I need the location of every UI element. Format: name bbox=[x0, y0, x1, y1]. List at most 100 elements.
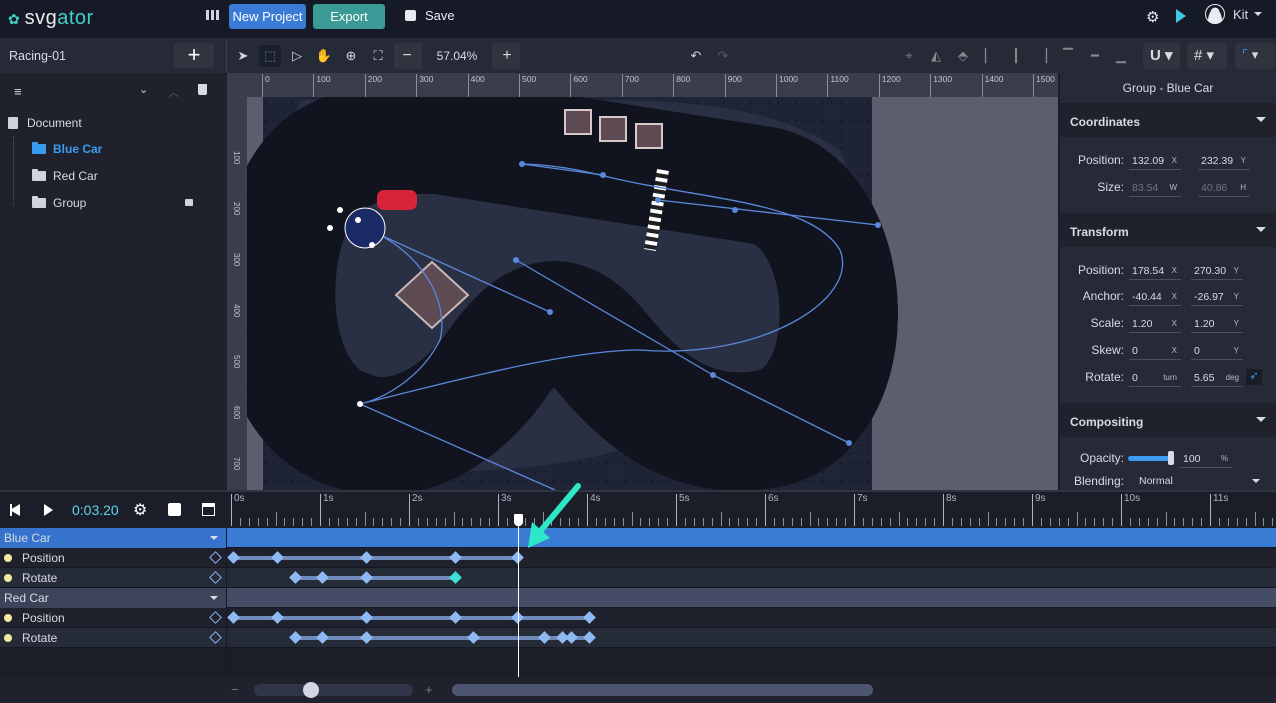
anchor-y-input[interactable]: -26.97 Y bbox=[1191, 289, 1243, 306]
keyframe[interactable] bbox=[449, 611, 462, 624]
keyframe[interactable] bbox=[360, 571, 373, 584]
zoom-out-timeline-button[interactable]: − bbox=[231, 682, 239, 697]
select-tool-icon[interactable]: ➤ bbox=[232, 45, 254, 67]
current-time[interactable]: 0:03.20 bbox=[72, 502, 119, 518]
lightbulb-icon[interactable] bbox=[4, 634, 12, 642]
snap-magnet-button[interactable]: U ▾ bbox=[1143, 43, 1180, 69]
anchor-x-input[interactable]: -40.44 X bbox=[1129, 289, 1181, 306]
blending-select[interactable]: Normal bbox=[1139, 475, 1173, 487]
keyframe[interactable] bbox=[564, 631, 578, 644]
timeline-track-row[interactable]: Position bbox=[0, 548, 1276, 568]
align-middle-icon[interactable]: ━ bbox=[1084, 45, 1106, 67]
delete-trash-icon[interactable] bbox=[198, 84, 207, 95]
opacity-input[interactable]: 100% bbox=[1180, 451, 1232, 468]
add-keyframe-icon[interactable] bbox=[209, 551, 222, 564]
layer-group[interactable]: Group bbox=[0, 190, 226, 216]
add-keyframe-icon[interactable] bbox=[209, 631, 222, 644]
user-name[interactable]: Kit bbox=[1233, 7, 1248, 22]
keyframe[interactable] bbox=[271, 611, 284, 624]
redo-icon[interactable]: ↷ bbox=[712, 45, 734, 67]
position-x-input[interactable]: 178.54 X bbox=[1129, 263, 1181, 280]
timeline-ruler[interactable]: 0s 1s 2s 3s 4s 5s 6s 7s 8s 9s 10s 11s bbox=[227, 492, 1276, 528]
keyframe[interactable] bbox=[360, 611, 373, 624]
scale-y-input[interactable]: 1.20 Y bbox=[1191, 316, 1243, 333]
new-project-button[interactable]: New Project bbox=[229, 4, 306, 29]
export-button[interactable]: Export bbox=[313, 4, 385, 29]
horizontal-ruler[interactable]: 0 100 200 300 400 500 600 700 800 900 1000 1100 1200… bbox=[247, 73, 1058, 97]
timeline-horizontal-scrollbar[interactable] bbox=[452, 684, 873, 696]
keyframe[interactable] bbox=[449, 551, 462, 564]
keyframe[interactable] bbox=[449, 571, 462, 584]
canvas[interactable] bbox=[227, 73, 1058, 490]
user-menu-chevron-icon[interactable] bbox=[1254, 12, 1262, 16]
keyframe[interactable] bbox=[271, 551, 284, 564]
keyframe[interactable] bbox=[315, 631, 329, 644]
go-to-start-icon[interactable] bbox=[10, 504, 20, 516]
skew-x-input[interactable]: 0X bbox=[1129, 343, 1181, 360]
blending-caret-icon[interactable] bbox=[1252, 479, 1260, 483]
opacity-slider-handle[interactable] bbox=[1168, 451, 1174, 465]
timeline-track-row[interactable]: Rotate bbox=[0, 568, 1276, 588]
keyframe[interactable] bbox=[360, 551, 373, 564]
lightbulb-icon[interactable] bbox=[4, 614, 12, 622]
keyframe[interactable] bbox=[466, 631, 480, 644]
coordinates-section-header[interactable]: Coordinates bbox=[1060, 103, 1276, 137]
zoom-out-button[interactable]: − bbox=[394, 43, 420, 69]
flip-vertical-icon[interactable]: ⬘ bbox=[952, 45, 974, 67]
project-name[interactable]: Racing-01 bbox=[9, 49, 66, 63]
keyframe[interactable] bbox=[226, 611, 240, 624]
undo-icon[interactable]: ↶ bbox=[685, 45, 707, 67]
align-bottom-icon[interactable]: ▁ bbox=[1110, 45, 1132, 67]
timeline-zoom-slider-handle[interactable] bbox=[303, 682, 319, 698]
move-up-icon[interactable]: ︿ bbox=[168, 84, 179, 100]
vertical-ruler[interactable]: 100 200 300 400 500 600 700 bbox=[227, 73, 247, 490]
keyframe[interactable] bbox=[582, 631, 596, 644]
align-right-icon[interactable]: ▕ bbox=[1031, 45, 1053, 67]
collapse-chevron-icon[interactable]: ⌄ bbox=[139, 83, 148, 96]
lightbulb-icon[interactable] bbox=[4, 554, 12, 562]
sort-layers-icon[interactable]: ≡ bbox=[14, 84, 22, 99]
group-label[interactable]: Red Car bbox=[0, 588, 226, 608]
align-top-icon[interactable]: ▔ bbox=[1057, 45, 1079, 67]
node-select-tool-icon[interactable]: ⬚ bbox=[259, 45, 281, 67]
layer-document[interactable]: Document bbox=[0, 110, 226, 136]
svgator-logo[interactable]: ✿ svgator bbox=[8, 7, 94, 30]
hand-tool-icon[interactable]: ✋ bbox=[313, 45, 335, 67]
play-icon[interactable] bbox=[44, 504, 53, 516]
align-center-icon[interactable]: ┃ bbox=[1005, 45, 1027, 67]
group-label[interactable]: Blue Car bbox=[0, 528, 226, 548]
timeline-settings-gear-icon[interactable]: ⚙ bbox=[133, 500, 147, 520]
rotate-turn-input[interactable]: 0 turn bbox=[1129, 370, 1181, 387]
lightbulb-icon[interactable] bbox=[4, 574, 12, 582]
zoom-selection-icon[interactable]: ⊕ bbox=[340, 45, 362, 67]
compositing-section-header[interactable]: Compositing bbox=[1060, 403, 1276, 437]
fit-screen-icon[interactable]: ⛶ bbox=[367, 45, 389, 67]
playhead[interactable] bbox=[517, 515, 519, 677]
zoom-in-timeline-button[interactable]: + bbox=[425, 682, 433, 697]
timeline-zoom-slider[interactable] bbox=[254, 684, 413, 696]
timeline-track-row[interactable]: Rotate bbox=[0, 628, 1276, 648]
keyframe[interactable] bbox=[360, 631, 373, 644]
settings-gear-icon[interactable]: ⚙ bbox=[1146, 8, 1159, 26]
auto-rotate-icon[interactable]: ➶ bbox=[1246, 369, 1262, 385]
timeline-group-row[interactable]: Red Car bbox=[0, 588, 1276, 608]
rotate-deg-input[interactable]: 5.65 deg bbox=[1191, 370, 1243, 387]
keyframe[interactable] bbox=[315, 571, 329, 584]
zoom-level-input[interactable]: 57.04% bbox=[422, 43, 492, 69]
user-avatar[interactable] bbox=[1205, 4, 1225, 24]
zoom-in-button[interactable]: + bbox=[494, 43, 520, 69]
artboard[interactable] bbox=[227, 73, 1058, 490]
lock-icon[interactable] bbox=[185, 199, 193, 206]
group-caret-icon[interactable] bbox=[210, 596, 218, 600]
layer-blue-car[interactable]: Blue Car bbox=[0, 136, 226, 162]
keyframe[interactable] bbox=[226, 551, 240, 564]
group-caret-icon[interactable] bbox=[210, 536, 218, 540]
timeline-group-row[interactable]: Blue Car bbox=[0, 528, 1276, 548]
easing-icon[interactable] bbox=[168, 503, 181, 516]
keyframe-view-icon[interactable] bbox=[202, 503, 215, 516]
keyframe[interactable] bbox=[288, 571, 302, 584]
save-button[interactable]: Save bbox=[405, 8, 455, 23]
opacity-slider[interactable] bbox=[1128, 456, 1172, 461]
dashboard-grid-icon[interactable] bbox=[206, 10, 219, 20]
grid-button[interactable]: # ▾ bbox=[1187, 43, 1227, 69]
